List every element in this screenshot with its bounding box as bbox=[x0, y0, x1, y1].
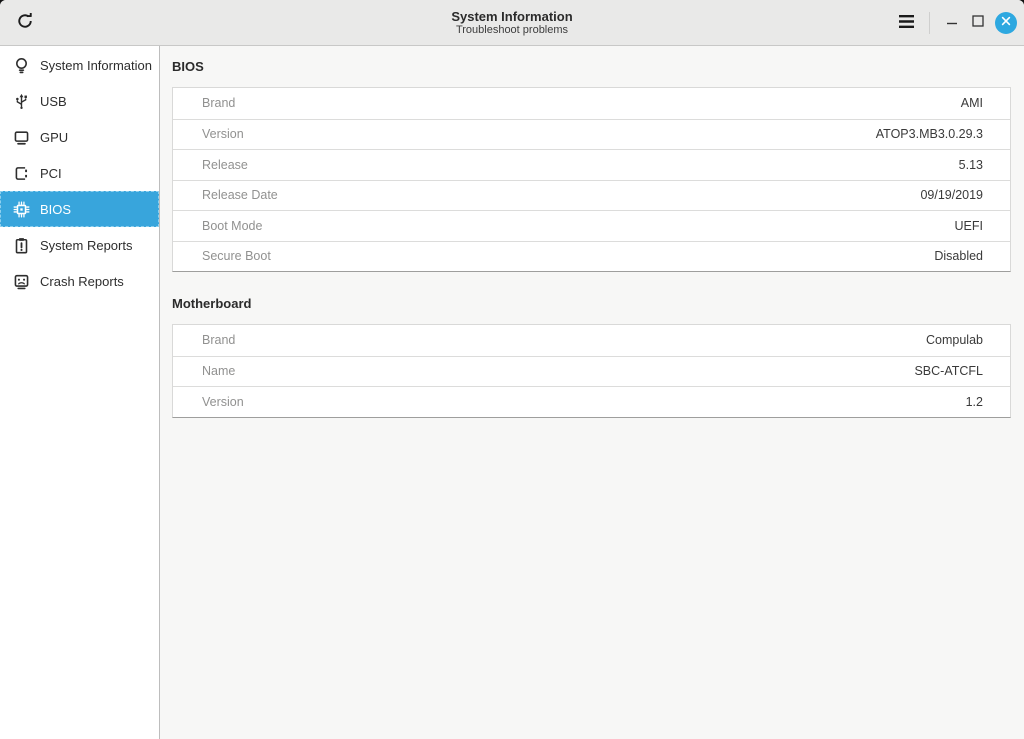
sidebar-item-label: BIOS bbox=[40, 202, 71, 217]
titlebar-controls bbox=[891, 0, 1017, 45]
sidebar-item-label: System Information bbox=[40, 58, 152, 73]
row-label: Name bbox=[202, 364, 235, 378]
refresh-button[interactable] bbox=[8, 6, 42, 40]
maximize-icon bbox=[971, 14, 985, 31]
sidebar-item-usb[interactable]: USB bbox=[0, 83, 159, 119]
section-bios: BIOS Brand AMI Version ATOP3.MB3.0.29.3 … bbox=[172, 59, 1011, 272]
section-title: Motherboard bbox=[172, 296, 1011, 311]
table-row: Boot Mode UEFI bbox=[173, 210, 1010, 241]
row-value: 1.2 bbox=[966, 395, 983, 409]
maximize-button[interactable] bbox=[965, 10, 991, 36]
row-label: Brand bbox=[202, 333, 235, 347]
sidebar-item-system-information[interactable]: System Information bbox=[0, 47, 159, 83]
info-table: Brand AMI Version ATOP3.MB3.0.29.3 Relea… bbox=[172, 87, 1011, 272]
sidebar-item-bios[interactable]: BIOS bbox=[0, 191, 159, 227]
row-label: Release bbox=[202, 158, 248, 172]
row-label: Release Date bbox=[202, 188, 278, 202]
row-value: 09/19/2019 bbox=[920, 188, 983, 202]
row-value: UEFI bbox=[955, 219, 983, 233]
sidebar-item-crash-reports[interactable]: Crash Reports bbox=[0, 263, 159, 299]
table-row: Version ATOP3.MB3.0.29.3 bbox=[173, 119, 1010, 150]
row-value: ATOP3.MB3.0.29.3 bbox=[876, 127, 983, 141]
minimize-button[interactable] bbox=[939, 10, 965, 36]
window-title: System Information bbox=[451, 9, 572, 24]
row-label: Brand bbox=[202, 96, 235, 110]
close-icon bbox=[1000, 15, 1012, 30]
sidebar: System Information USB GPU PCI BIOS Syst… bbox=[0, 46, 160, 739]
table-row: Release Date 09/19/2019 bbox=[173, 180, 1010, 211]
usb-icon bbox=[13, 93, 30, 110]
refresh-icon bbox=[16, 12, 34, 33]
table-row: Secure Boot Disabled bbox=[173, 241, 1010, 272]
close-button[interactable] bbox=[995, 12, 1017, 34]
clipboard-report-icon bbox=[13, 237, 30, 254]
monitor-icon bbox=[13, 129, 30, 146]
titlebar: System Information Troubleshoot problems bbox=[0, 0, 1024, 46]
window-subtitle: Troubleshoot problems bbox=[456, 24, 568, 37]
titlebar-separator bbox=[929, 12, 930, 34]
info-table: Brand Compulab Name SBC-ATCFL Version 1.… bbox=[172, 324, 1011, 418]
table-row: Brand Compulab bbox=[173, 325, 1010, 356]
sidebar-item-pci[interactable]: PCI bbox=[0, 155, 159, 191]
row-label: Version bbox=[202, 395, 244, 409]
row-value: Disabled bbox=[934, 249, 983, 263]
menu-button[interactable] bbox=[891, 8, 921, 38]
minimize-icon bbox=[945, 14, 959, 31]
row-value: SBC-ATCFL bbox=[914, 364, 983, 378]
hamburger-menu-icon bbox=[898, 14, 915, 32]
content-pane: BIOS Brand AMI Version ATOP3.MB3.0.29.3 … bbox=[160, 46, 1024, 739]
table-row: Release 5.13 bbox=[173, 149, 1010, 180]
crash-face-icon bbox=[13, 273, 30, 290]
row-value: Compulab bbox=[926, 333, 983, 347]
app-window: System Information Troubleshoot problems bbox=[0, 0, 1024, 739]
chip-icon bbox=[13, 201, 30, 218]
section-motherboard: Motherboard Brand Compulab Name SBC-ATCF… bbox=[172, 296, 1011, 418]
sidebar-item-system-reports[interactable]: System Reports bbox=[0, 227, 159, 263]
row-label: Secure Boot bbox=[202, 249, 271, 263]
pci-card-icon bbox=[13, 165, 30, 182]
title-block: System Information Troubleshoot problems bbox=[0, 0, 1024, 45]
section-title: BIOS bbox=[172, 59, 1011, 74]
sidebar-item-label: Crash Reports bbox=[40, 274, 124, 289]
sidebar-item-label: GPU bbox=[40, 130, 68, 145]
row-value: AMI bbox=[961, 96, 983, 110]
sidebar-item-label: USB bbox=[40, 94, 67, 109]
table-row: Brand AMI bbox=[173, 88, 1010, 119]
row-value: 5.13 bbox=[959, 158, 983, 172]
app-body: System Information USB GPU PCI BIOS Syst… bbox=[0, 46, 1024, 739]
row-label: Version bbox=[202, 127, 244, 141]
table-row: Name SBC-ATCFL bbox=[173, 356, 1010, 387]
row-label: Boot Mode bbox=[202, 219, 262, 233]
lightbulb-icon bbox=[13, 57, 30, 74]
sidebar-item-label: PCI bbox=[40, 166, 62, 181]
sidebar-item-label: System Reports bbox=[40, 238, 132, 253]
table-row: Version 1.2 bbox=[173, 386, 1010, 417]
sidebar-item-gpu[interactable]: GPU bbox=[0, 119, 159, 155]
